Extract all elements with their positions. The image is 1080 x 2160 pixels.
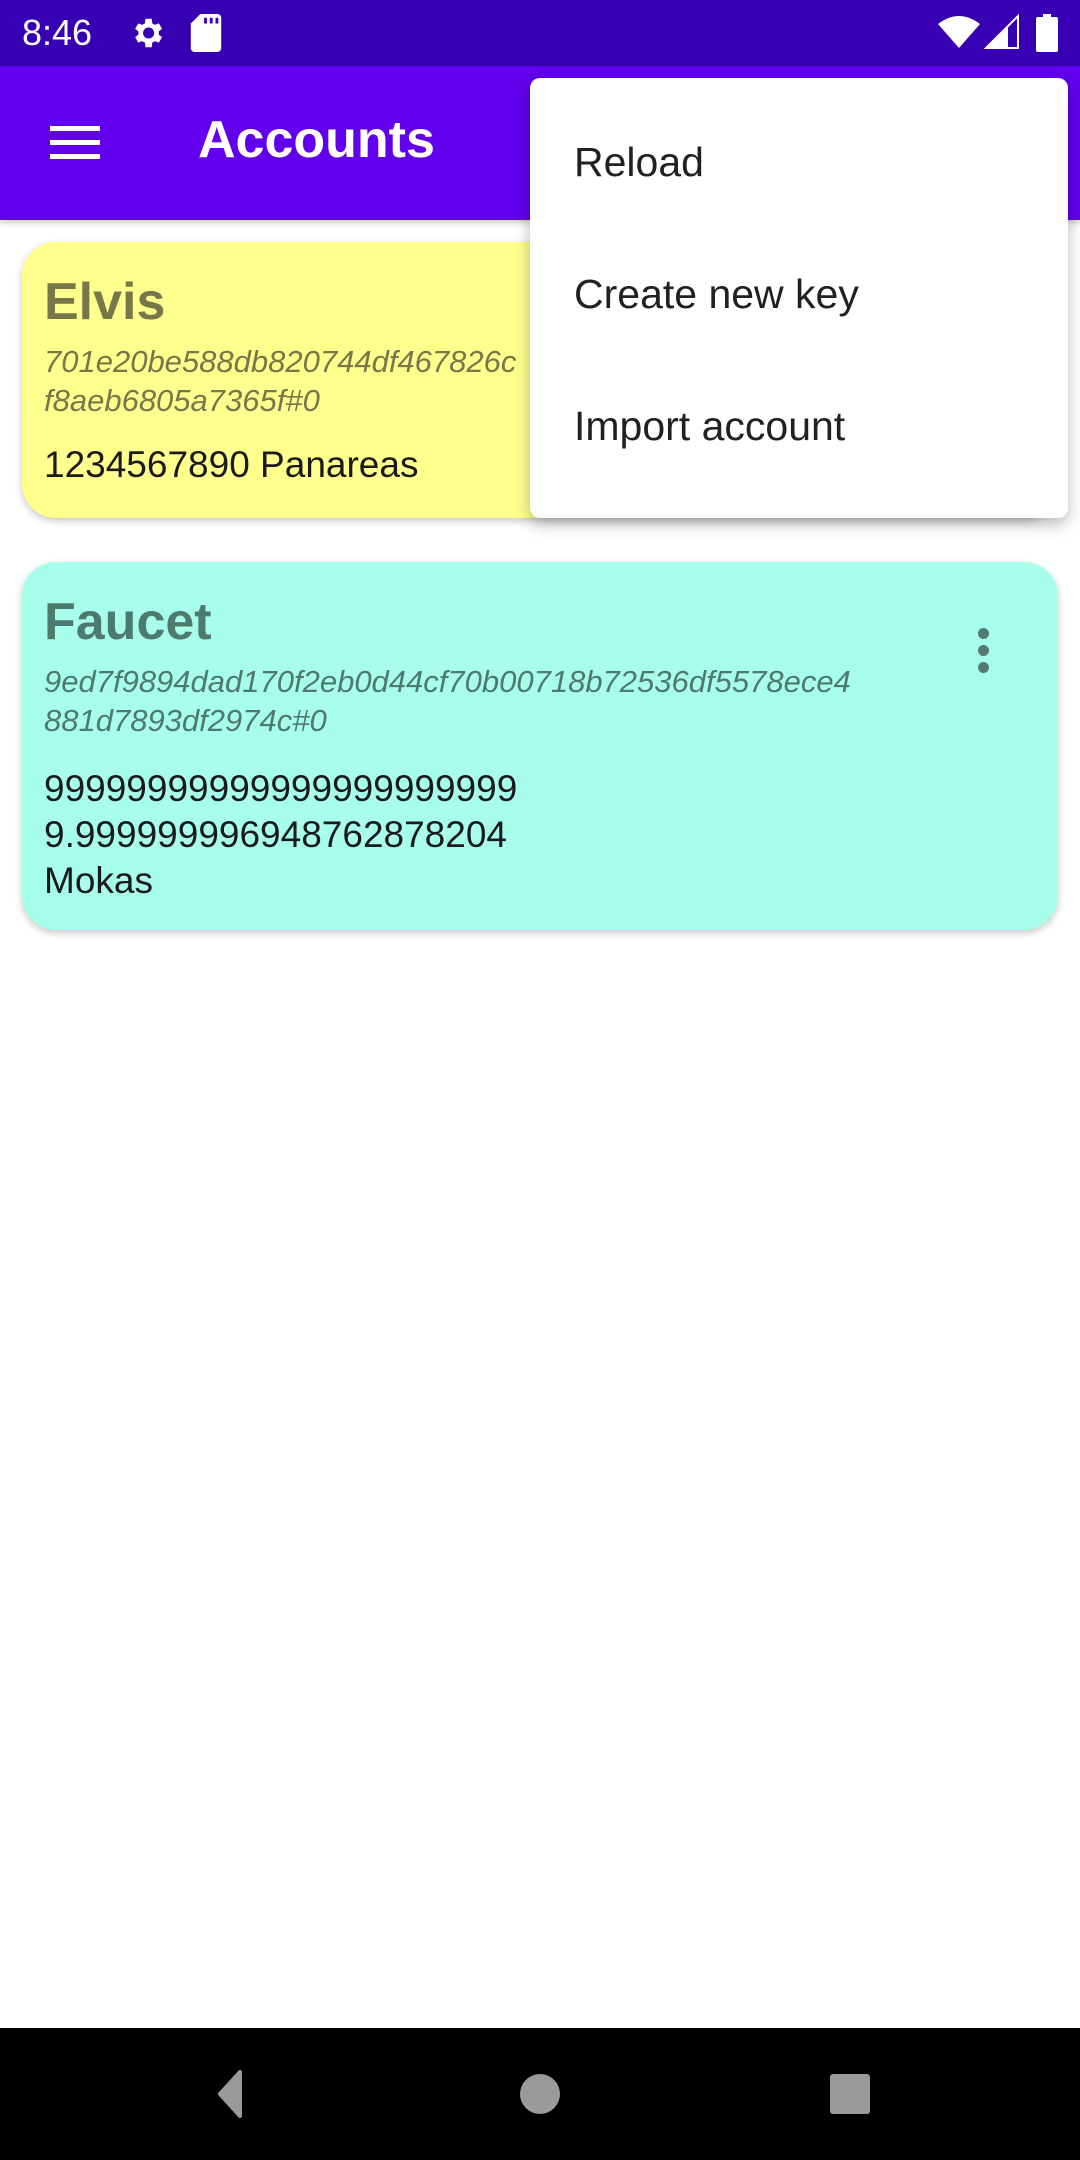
gear-icon <box>128 14 166 57</box>
page-title: Accounts <box>198 111 435 169</box>
status-time: 8:46 <box>22 12 93 53</box>
home-button[interactable] <box>490 2048 590 2140</box>
account-hash-line2: 881d7893df2974c#0 <box>44 703 327 738</box>
account-hash-line1: 9ed7f9894dad170f2eb0d44cf70b00718b72536d… <box>44 664 851 699</box>
battery-icon <box>1036 14 1058 57</box>
menu-item-label: Import account <box>574 403 846 449</box>
sd-card-icon <box>190 14 222 57</box>
status-bar: 8:46 <box>0 0 1080 66</box>
overflow-menu: Reload Create new key Import account <box>530 78 1068 518</box>
menu-item-label: Reload <box>574 139 704 185</box>
navigation-bar <box>0 2028 1080 2160</box>
menu-item-import-account[interactable]: Import account <box>530 360 1068 492</box>
account-name: Elvis <box>44 273 166 331</box>
account-card-faucet[interactable]: Faucet 9ed7f9894dad170f2eb0d44cf70b00718… <box>22 562 1058 930</box>
back-icon <box>218 2070 242 2118</box>
account-balance-line2: 9.999999996948762878204 <box>44 814 507 855</box>
recents-icon <box>830 2074 870 2114</box>
menu-item-create-new-key[interactable]: Create new key <box>530 228 1068 360</box>
back-button[interactable] <box>176 2048 276 2140</box>
more-vert-icon[interactable] <box>968 622 998 682</box>
account-balance-unit: Mokas <box>44 860 153 901</box>
menu-item-reload[interactable]: Reload <box>530 96 1068 228</box>
account-name: Faucet <box>44 593 212 651</box>
wifi-icon <box>938 14 980 55</box>
recents-button[interactable] <box>800 2048 900 2140</box>
hamburger-menu-icon[interactable] <box>40 116 114 170</box>
account-hash: 9ed7f9894dad170f2eb0d44cf70b00718b72536d… <box>44 662 924 740</box>
menu-item-label: Create new key <box>574 271 859 317</box>
account-balance-line1: 99999999999999999999999 <box>44 768 518 809</box>
signal-icon <box>983 13 1020 55</box>
account-balance: 99999999999999999999999 9.99999999694876… <box>44 766 924 904</box>
home-icon <box>520 2074 560 2114</box>
